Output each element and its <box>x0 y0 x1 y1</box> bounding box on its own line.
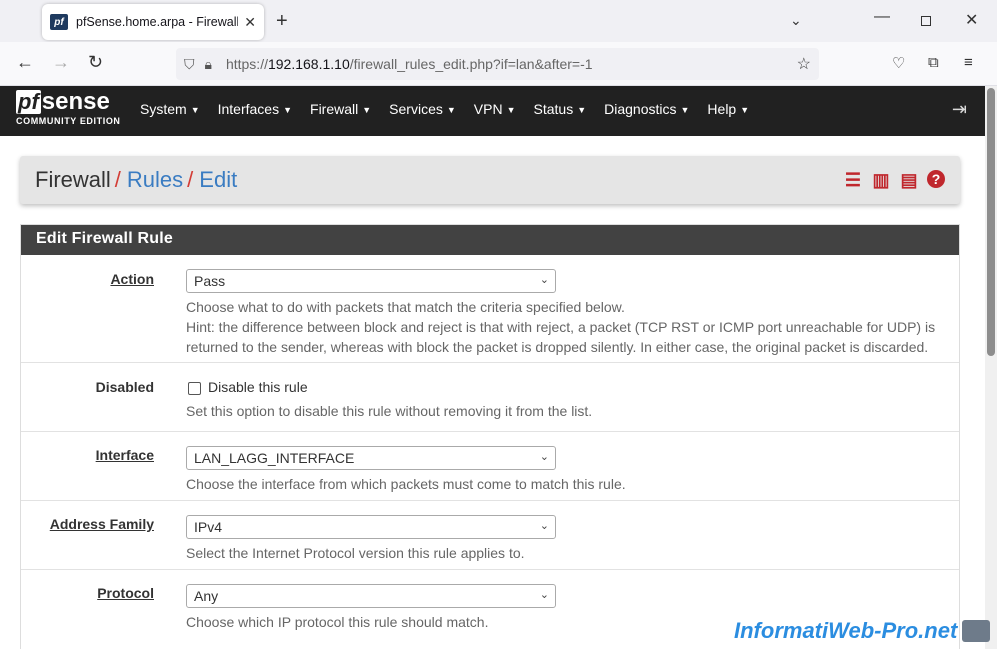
interface-help: Choose the interface from which packets … <box>186 476 626 492</box>
disabled-label: Disabled <box>95 379 154 395</box>
address-family-help: Select the Internet Protocol version thi… <box>186 545 525 561</box>
action-help-line: Choose what to do with packets that matc… <box>186 299 625 315</box>
action-row: Action Pass ⌄ Choose what to do with pac… <box>21 255 959 363</box>
pocket-icon[interactable]: ♡ <box>892 54 905 72</box>
browser-tab[interactable]: pf pfSense.home.arpa - Firewall: R ✕ <box>42 4 264 40</box>
help-icon[interactable]: ? <box>927 170 945 188</box>
shield-icon[interactable]: ⛉ <box>184 56 195 73</box>
breadcrumb-panel: Firewall / Rules / Edit ☰ ▥ ▤ ? <box>20 156 960 204</box>
breadcrumb-firewall: Firewall <box>35 167 111 192</box>
breadcrumb-shortcuts: ☰ ▥ ▤ ? <box>835 170 945 190</box>
new-tab-button[interactable]: + <box>276 10 288 33</box>
main-menu: System ▼ Interfaces ▼ Firewall ▼ Services ▼ … <box>140 101 767 117</box>
breadcrumb: Firewall / Rules / Edit <box>35 167 237 193</box>
reload-icon[interactable]: ↻ <box>88 52 103 73</box>
laptop-icon <box>962 620 990 642</box>
browser-tab-bar: pf pfSense.home.arpa - Firewall: R ✕ + ⌄… <box>0 0 997 42</box>
disabled-row: Disabled Disable this rule Set this opti… <box>21 363 959 432</box>
chevron-down-icon[interactable]: ⌄ <box>790 12 802 29</box>
menu-interfaces[interactable]: Interfaces ▼ <box>218 101 292 117</box>
chevron-down-icon: ⌄ <box>539 274 549 286</box>
maximize-window-button[interactable] <box>921 16 931 26</box>
pfsense-logo[interactable]: pf sense COMMUNITY EDITION <box>16 90 121 126</box>
url-text: https://192.168.1.10/firewall_rules_edit… <box>225 56 593 72</box>
disabled-help: Set this option to disable this rule wit… <box>186 403 593 419</box>
edit-rule-panel: Edit Firewall Rule Action Pass ⌄ Choose … <box>20 224 960 649</box>
caret-down-icon: ▼ <box>446 105 456 116</box>
menu-vpn[interactable]: VPN ▼ <box>474 101 516 117</box>
interface-value: LAN_LAGG_INTERFACE <box>194 450 355 466</box>
caret-down-icon: ▼ <box>740 105 750 116</box>
sliders-icon[interactable]: ☰ <box>843 170 863 190</box>
scrollbar-thumb[interactable] <box>987 88 995 356</box>
menu-help[interactable]: Help ▼ <box>707 101 749 117</box>
caret-down-icon: ▼ <box>577 105 587 116</box>
close-window-button[interactable]: ✕ <box>965 10 978 30</box>
interface-row: Interface LAN_LAGG_INTERFACE ⌄ Choose th… <box>21 432 959 501</box>
protocol-select[interactable]: Any ⌄ <box>186 584 556 608</box>
extensions-icon[interactable]: ⧉ <box>928 54 939 71</box>
protocol-value: Any <box>194 588 219 604</box>
breadcrumb-edit-link[interactable]: Edit <box>199 167 237 192</box>
action-label[interactable]: Action <box>110 271 154 287</box>
pfsense-navbar: pf sense COMMUNITY EDITION System ▼ Inter… <box>0 86 997 136</box>
menu-services[interactable]: Services ▼ <box>389 101 456 117</box>
action-value: Pass <box>194 273 226 289</box>
breadcrumb-rules-link[interactable]: Rules <box>127 167 183 192</box>
logout-icon[interactable]: ⇥ <box>952 99 967 120</box>
action-hint-line: returned to the sender, whereas with blo… <box>186 339 929 355</box>
address-family-row: Address Family IPv4 ⌄ Select the Interne… <box>21 501 959 570</box>
menu-firewall[interactable]: Firewall ▼ <box>310 101 371 117</box>
watermark: InformatiWeb-Pro.net <box>734 618 958 643</box>
address-family-select[interactable]: IPv4 ⌄ <box>186 515 556 539</box>
list-icon[interactable]: ▤ <box>899 170 919 190</box>
pfsense-favicon-icon: pf <box>50 14 68 30</box>
bookmark-star-icon[interactable]: ☆ <box>797 54 811 74</box>
interface-label[interactable]: Interface <box>96 447 154 463</box>
disable-rule-checkbox[interactable] <box>188 382 201 395</box>
caret-down-icon: ▼ <box>283 105 293 116</box>
minimize-window-button[interactable]: — <box>874 8 890 26</box>
menu-hamburger-icon[interactable]: ≡ <box>964 54 973 71</box>
chevron-down-icon: ⌄ <box>539 589 549 601</box>
logo-pf-text: pf <box>16 89 41 114</box>
address-family-label[interactable]: Address Family <box>50 516 154 532</box>
forward-arrow-icon[interactable]: → <box>52 52 70 73</box>
menu-system[interactable]: System ▼ <box>140 101 200 117</box>
browser-nav-bar: ← → ↻ ⛉ 🔒︎ https://192.168.1.10/firewall… <box>0 42 997 86</box>
address-bar[interactable]: ⛉ 🔒︎ https://192.168.1.10/firewall_rules… <box>176 48 819 80</box>
close-tab-icon[interactable]: ✕ <box>244 14 256 31</box>
menu-diagnostics[interactable]: Diagnostics ▼ <box>604 101 689 117</box>
back-arrow-icon[interactable]: ← <box>16 52 34 73</box>
panel-title: Edit Firewall Rule <box>21 225 959 255</box>
interface-select[interactable]: LAN_LAGG_INTERFACE ⌄ <box>186 446 556 470</box>
page-scrollbar[interactable] <box>985 86 997 649</box>
tab-title: pfSense.home.arpa - Firewall: R <box>76 15 239 29</box>
menu-status[interactable]: Status ▼ <box>534 101 587 117</box>
logo-edition-text: COMMUNITY EDITION <box>16 116 121 126</box>
action-help: Choose what to do with packets that matc… <box>186 297 946 357</box>
chevron-down-icon: ⌄ <box>539 451 549 463</box>
caret-down-icon: ▼ <box>190 105 200 116</box>
address-family-value: IPv4 <box>194 519 223 535</box>
action-select[interactable]: Pass ⌄ <box>186 269 556 293</box>
lock-icon[interactable]: 🔒︎ <box>205 56 212 73</box>
disable-rule-checkbox-label[interactable]: Disable this rule <box>208 379 308 395</box>
caret-down-icon: ▼ <box>680 105 690 116</box>
breadcrumb-separator: / <box>114 167 121 192</box>
chevron-down-icon: ⌄ <box>539 520 549 532</box>
action-hint-line: Hint: the difference between block and r… <box>186 319 936 335</box>
bar-chart-icon[interactable]: ▥ <box>871 170 891 190</box>
breadcrumb-separator: / <box>187 167 194 192</box>
logo-sense-text: sense <box>41 88 110 115</box>
protocol-label[interactable]: Protocol <box>97 585 154 601</box>
caret-down-icon: ▼ <box>506 105 516 116</box>
caret-down-icon: ▼ <box>362 105 372 116</box>
